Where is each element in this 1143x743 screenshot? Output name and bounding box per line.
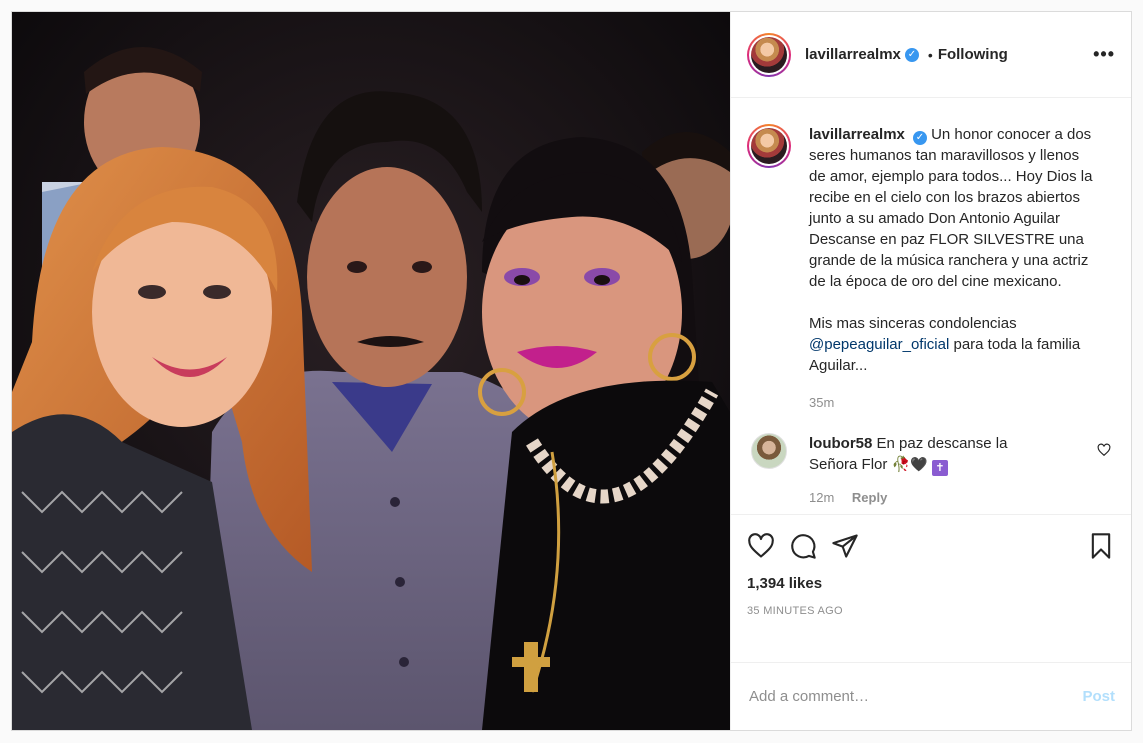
more-options-icon[interactable]: ••• (1093, 44, 1115, 65)
caption-body: lavillarrealmx ✓ Un honor conocer a dos s… (809, 124, 1099, 413)
heart-icon[interactable] (747, 532, 775, 560)
post-comment-button[interactable]: Post (1082, 688, 1115, 705)
reply-button[interactable]: Reply (852, 490, 887, 505)
comment-icon[interactable] (789, 532, 817, 560)
bookmark-icon[interactable] (1087, 532, 1115, 560)
comment-like-heart-icon[interactable] (1097, 443, 1111, 462)
post-container: lavillarrealmx ✓ • Following ••• lavilla… (11, 11, 1132, 731)
commenter-username[interactable]: loubor58 (809, 435, 872, 452)
comment-item: loubor58 En paz descanse la Señora Flor … (747, 433, 1115, 505)
caption-avatar[interactable] (747, 124, 791, 168)
comment-composer: Post (731, 662, 1131, 730)
author-avatar[interactable] (747, 32, 791, 77)
action-bar: 1,394 likes 35 MINUTES AGO (731, 514, 1131, 662)
commenter-avatar[interactable] (751, 433, 787, 469)
verified-badge-icon: ✓ (912, 131, 927, 145)
comments-section[interactable]: lavillarrealmx ✓ Un honor conocer a dos s… (731, 98, 1131, 514)
comment-input[interactable] (747, 687, 1083, 706)
cross-emoji-icon: ✝ (931, 460, 948, 476)
comment-meta: 12m Reply (809, 490, 1054, 505)
likes-count[interactable]: 1,394 likes (747, 575, 1115, 592)
comment-timestamp[interactable]: 12m (809, 490, 834, 505)
verified-badge-icon: ✓ (904, 47, 919, 62)
share-icon[interactable] (831, 532, 859, 560)
caption-text: Un honor conocer a dos seres humanos tan… (809, 126, 1097, 290)
black-heart-emoji-icon: 🖤 (910, 456, 928, 472)
comment-body: loubor58 En paz descanse la Señora Flor … (809, 433, 1054, 476)
caption-timestamp[interactable]: 35m (809, 392, 1099, 413)
mention-link[interactable]: @pepeaguilar_oficial (809, 336, 949, 353)
post-sidebar: lavillarrealmx ✓ • Following ••• lavilla… (730, 12, 1131, 730)
separator-dot: • (927, 46, 933, 63)
author-username[interactable]: lavillarrealmx (805, 46, 901, 63)
action-icons (747, 515, 1115, 577)
caption-username[interactable]: lavillarrealmx (809, 126, 905, 143)
rose-emoji-icon: 🥀 (891, 456, 911, 473)
post-timestamp[interactable]: 35 MINUTES AGO (747, 605, 1115, 617)
caption-text-2-pre: Mis mas sinceras condolencias (809, 315, 1017, 332)
following-button[interactable]: Following (938, 46, 1008, 63)
photo-illustration (12, 12, 730, 730)
caption: lavillarrealmx ✓ Un honor conocer a dos s… (747, 124, 1115, 413)
post-header: lavillarrealmx ✓ • Following ••• (731, 12, 1131, 98)
post-photo[interactable] (12, 12, 730, 730)
